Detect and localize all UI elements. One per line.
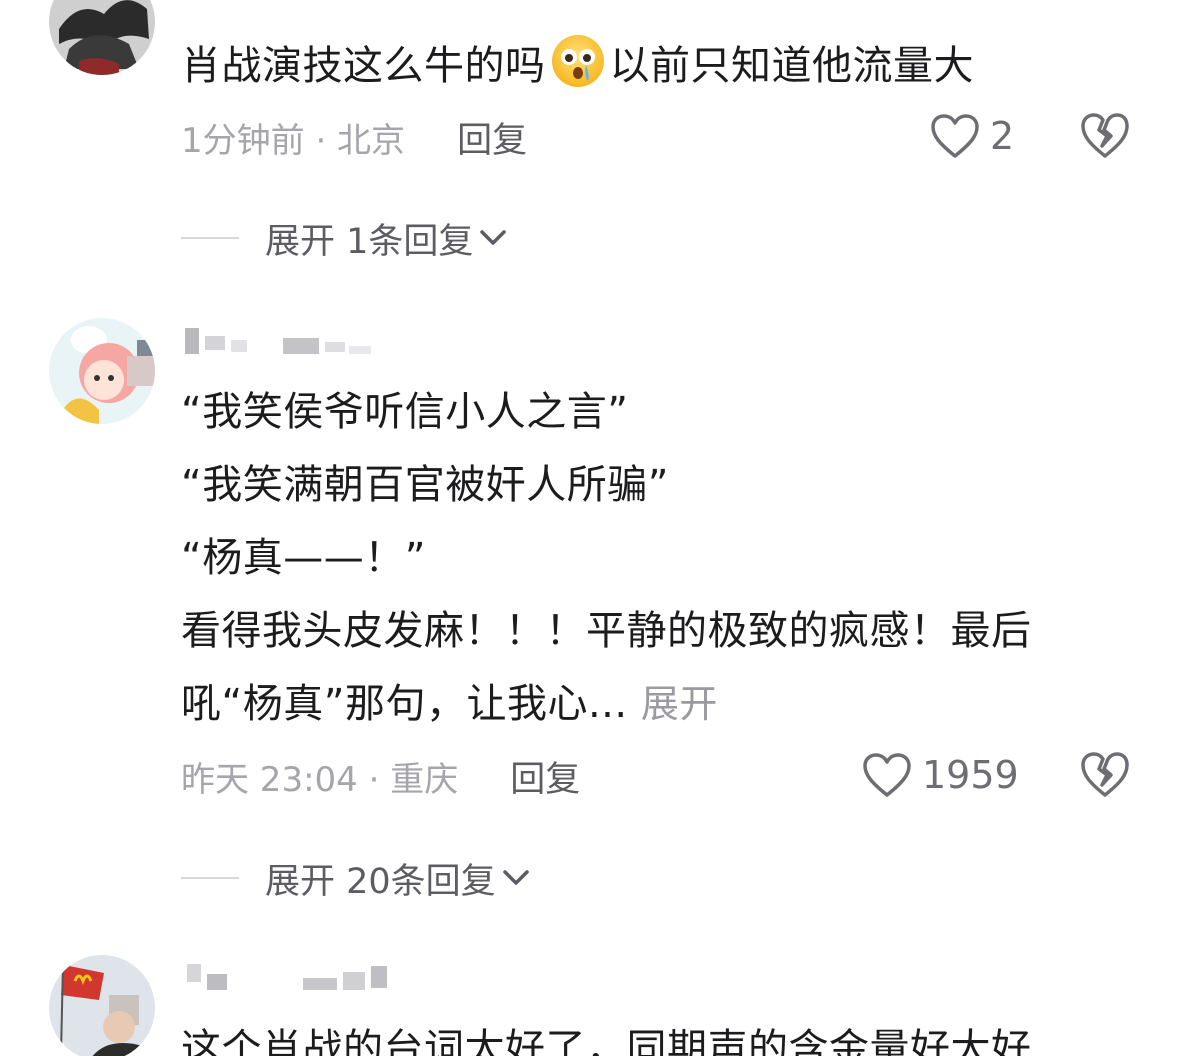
comment-text-part: 以前只知道他流量大 [609, 43, 974, 89]
username-redacted [183, 322, 413, 354]
comment-line: 吼“杨真”那句，让我心... [181, 681, 628, 727]
comment-text: 这个肖战的台词太好了，同期声的含金量好大好 [181, 1013, 1141, 1056]
comment-line: 看得我头皮发麻！！！平静的极致的疯感！最后 [181, 608, 1032, 654]
time-location: 昨天 23:04 · 重庆 [181, 759, 459, 800]
like-count: 1959 [922, 753, 1019, 797]
username-redacted [183, 958, 413, 990]
divider-line [181, 877, 239, 879]
broken-heart-icon [1081, 113, 1129, 158]
chevron-down-icon [480, 230, 507, 245]
avatar[interactable] [49, 0, 155, 75]
divider-line [181, 237, 239, 239]
heart-icon [931, 114, 979, 158]
comment-meta: 昨天 23:04 · 重庆 回复 [181, 751, 580, 801]
expand-replies-button[interactable]: 展开 20条回复 [181, 853, 532, 903]
chevron-down-icon [502, 870, 529, 885]
expand-replies-label: 展开 1条回复 [265, 221, 474, 262]
comment-list: 肖战演技这么牛的吗 以前只知道他流量大 1分钟前 · 北京 回复 2 展开 1条… [0, 0, 1179, 1056]
expand-text-button[interactable]: 展开 [641, 682, 718, 726]
like-button[interactable]: 2 [930, 108, 1014, 164]
dislike-button[interactable] [1080, 110, 1130, 160]
like-count: 2 [990, 114, 1015, 158]
comment-meta: 1分钟前 · 北京 回复 [181, 112, 527, 162]
avatar[interactable] [49, 955, 155, 1056]
expand-replies-label: 展开 20条回复 [265, 861, 496, 902]
comment-line: “我笑侯爷听信小人之言” [181, 389, 629, 435]
broken-heart-icon [1081, 752, 1129, 797]
comment-text: 肖战演技这么牛的吗 以前只知道他流量大 [181, 30, 1141, 103]
avatar[interactable] [49, 318, 155, 424]
dislike-button[interactable] [1080, 749, 1130, 799]
like-button[interactable]: 1959 [862, 747, 1019, 803]
comment-line: “我笑满朝百官被奸人所骗” [181, 462, 669, 508]
expand-replies-button[interactable]: 展开 1条回复 [181, 213, 509, 263]
comment-line: 这个肖战的台词太好了，同期声的含金量好大好 [181, 1026, 1032, 1056]
comment-text: “我笑侯爷听信小人之言” “我笑满朝百官被奸人所骗” “杨真——！” 看得我头皮… [181, 376, 1141, 741]
crying-face-emoji-icon [550, 33, 606, 89]
comment-text-part: 肖战演技这么牛的吗 [181, 43, 546, 89]
time-location: 1分钟前 · 北京 [181, 120, 406, 161]
reply-button[interactable]: 回复 [457, 112, 527, 163]
comment-line: “杨真——！” [181, 535, 426, 581]
reply-button[interactable]: 回复 [510, 751, 580, 802]
heart-icon [863, 753, 911, 797]
